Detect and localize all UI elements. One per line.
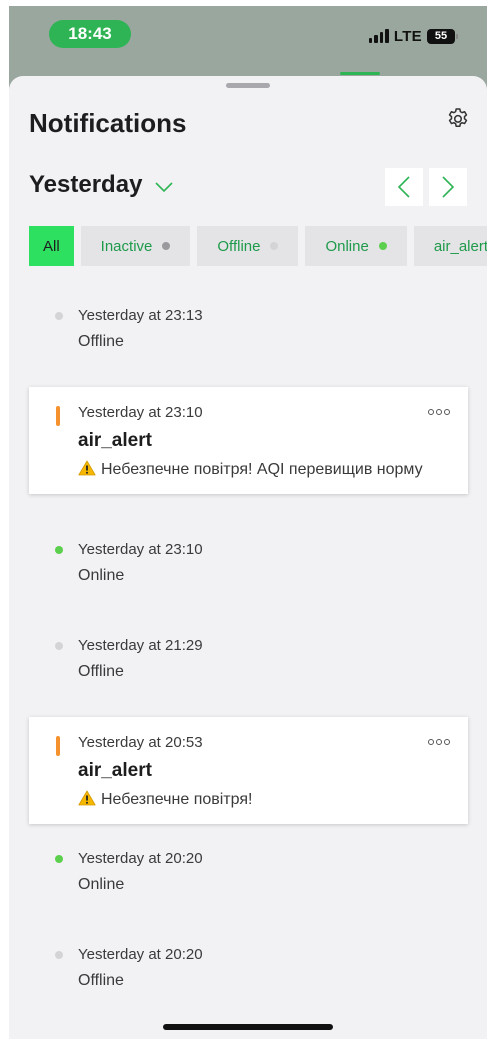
filter-inactive[interactable]: Inactive <box>80 226 191 266</box>
battery-icon: 55 <box>427 28 458 44</box>
filter-label: Offline <box>217 237 261 255</box>
date-label: Yesterday <box>29 171 143 198</box>
filter-all[interactable]: All <box>29 226 74 266</box>
alert-message: Небезпечне повітря! AQI перевищив норму <box>78 459 448 480</box>
status-bar: 18:43 LTE 55 <box>9 6 487 76</box>
previous-day-button[interactable] <box>385 168 423 206</box>
background-tab-indicator <box>340 72 380 75</box>
alert-severity-bar <box>56 406 60 426</box>
notification-status: Offline <box>78 972 124 989</box>
chevron-down-icon <box>155 182 173 193</box>
sheet-grabber[interactable] <box>226 83 270 88</box>
notification-item[interactable]: Yesterday at 23:10 Online <box>29 540 468 587</box>
notification-status: Offline <box>78 663 124 680</box>
alert-title: air_alert <box>78 430 152 451</box>
filter-label: air_alert <box>433 237 487 255</box>
alert-message-text: Небезпечне повітря! <box>101 791 253 808</box>
alert-message: Небезпечне повітря! <box>78 789 448 810</box>
alert-card[interactable]: Yesterday at 20:53 air_alert Небезпечне … <box>29 717 468 824</box>
notification-item[interactable]: Yesterday at 21:29 Offline <box>29 636 468 683</box>
online-dot-icon <box>55 546 63 554</box>
gear-icon <box>448 108 468 128</box>
chevron-right-icon <box>442 176 455 198</box>
notification-time: Yesterday at 20:53 <box>78 734 203 751</box>
notification-item[interactable]: Yesterday at 23:13 Offline <box>29 306 468 353</box>
alert-card[interactable]: Yesterday at 23:10 air_alert Небезпечне … <box>29 387 468 494</box>
notification-status: Online <box>78 567 125 584</box>
filter-label: All <box>43 237 60 255</box>
filter-online[interactable]: Online <box>305 226 407 266</box>
notification-time: Yesterday at 23:13 <box>78 307 203 324</box>
network-type: LTE <box>393 27 422 45</box>
filter-label: Inactive <box>100 237 153 255</box>
status-time[interactable]: 18:43 <box>49 20 131 48</box>
warning-icon <box>78 790 96 806</box>
notification-content: Yesterday at 20:20 Offline <box>29 945 468 992</box>
offline-dot-icon <box>55 642 63 650</box>
filter-tabs: All Inactive Offline Online air_alert <box>29 226 487 266</box>
notification-content: Yesterday at 21:29 Offline <box>29 636 468 683</box>
notification-content: Yesterday at 23:13 Offline <box>29 306 468 353</box>
notification-item[interactable]: Yesterday at 20:20 Online <box>29 849 468 896</box>
home-indicator[interactable] <box>163 1024 333 1030</box>
notifications-sheet: Notifications Yesterday All Inactive Off… <box>9 76 487 1039</box>
offline-dot-icon <box>270 242 279 250</box>
offline-dot-icon <box>55 951 63 959</box>
more-options-icon[interactable] <box>428 739 450 745</box>
online-dot-icon <box>55 855 63 863</box>
notification-status: Online <box>78 876 125 893</box>
notification-time: Yesterday at 23:10 <box>78 404 203 421</box>
date-selector[interactable]: Yesterday <box>29 171 174 199</box>
notification-time: Yesterday at 20:20 <box>78 946 203 963</box>
alert-severity-bar <box>56 736 60 756</box>
signal-icon <box>368 29 389 43</box>
notification-list: Yesterday at 23:13 Offline Yesterday at … <box>9 76 487 1039</box>
phone-screen: 18:43 LTE 55 Notifications Yesterday All… <box>9 6 487 1039</box>
notification-time: Yesterday at 20:20 <box>78 850 203 867</box>
filter-air-alert[interactable]: air_alert <box>413 226 487 266</box>
offline-dot-icon <box>55 312 63 320</box>
page-title: Notifications <box>29 108 187 138</box>
alert-message-text: Небезпечне повітря! AQI перевищив норму <box>101 461 423 478</box>
filter-offline[interactable]: Offline <box>197 226 299 266</box>
notification-time: Yesterday at 23:10 <box>78 541 203 558</box>
next-day-button[interactable] <box>429 168 467 206</box>
online-dot-icon <box>378 242 387 250</box>
filter-label: Online <box>325 237 369 255</box>
notification-time: Yesterday at 21:29 <box>78 637 203 654</box>
alert-title: air_alert <box>78 760 152 781</box>
notification-status: Offline <box>78 333 124 350</box>
inactive-dot-icon <box>162 242 171 250</box>
more-options-icon[interactable] <box>428 409 450 415</box>
chevron-left-icon <box>397 176 410 198</box>
notification-item[interactable]: Yesterday at 20:20 Offline <box>29 945 468 992</box>
warning-icon <box>78 460 96 476</box>
settings-button[interactable] <box>445 106 471 132</box>
status-indicators: LTE 55 <box>368 26 458 46</box>
notification-content: Yesterday at 20:20 Online <box>29 849 468 896</box>
notification-content: Yesterday at 23:10 Online <box>29 540 468 587</box>
